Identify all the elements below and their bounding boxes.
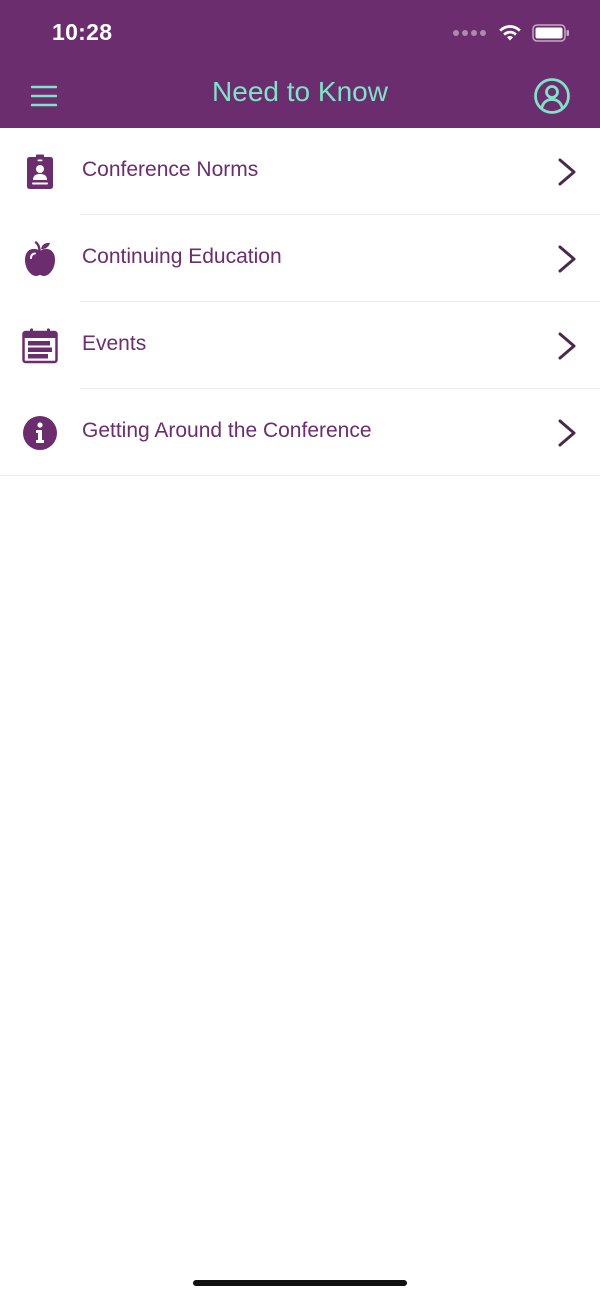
id-badge-icon (27, 154, 53, 189)
list-item-label: Continuing Education (82, 245, 282, 268)
chevron-right-icon (558, 332, 576, 360)
battery-icon (532, 24, 569, 42)
apple-icon (25, 241, 55, 276)
signal-icon (453, 30, 486, 36)
list-item-events[interactable]: Events (0, 302, 600, 389)
chevron-right-icon (558, 158, 576, 186)
chevron-right-icon (558, 245, 576, 273)
list-item-label: Getting Around the Conference (82, 419, 372, 442)
status-icons (453, 22, 570, 44)
list-item-label: Conference Norms (82, 158, 259, 181)
profile-button[interactable] (530, 76, 574, 116)
user-profile-icon (534, 78, 570, 114)
calendar-icon (22, 328, 58, 364)
divider (0, 475, 600, 476)
list-item-continuing-education[interactable]: Continuing Education (0, 215, 600, 302)
status-time: 10:28 (52, 19, 113, 45)
wifi-icon (499, 25, 521, 41)
top-bar: 10:28 Need to Know (0, 0, 600, 128)
info-circle-icon (23, 416, 57, 450)
home-indicator[interactable] (193, 1280, 407, 1286)
need-to-know-list: Conference Norms Continuing Education Ev… (0, 128, 600, 476)
need-to-know-screen: 10:28 Need to Know Conference Norms Cont… (0, 0, 600, 1299)
page-title: Need to Know (212, 76, 388, 107)
list-item-conference-norms[interactable]: Conference Norms (0, 128, 600, 215)
list-item-getting-around[interactable]: Getting Around the Conference (0, 389, 600, 476)
list-item-label: Events (82, 332, 147, 355)
chevron-right-icon (558, 419, 576, 447)
